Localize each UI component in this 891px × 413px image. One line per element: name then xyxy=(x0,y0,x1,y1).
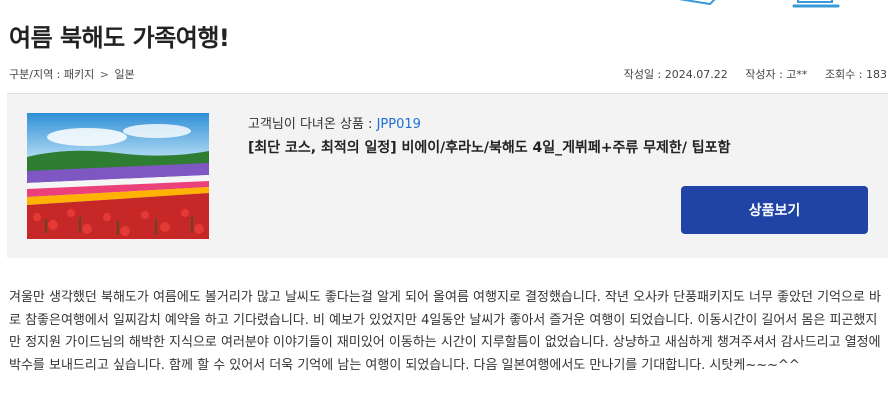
product-image[interactable] xyxy=(27,113,209,239)
post-meta: 구분/지역 : 패키지 > 일본 작성일 : 2024.07.22 작성자 : … xyxy=(9,66,887,82)
visited-product-label: 고객님이 다녀온 상품 : xyxy=(248,117,377,132)
post-author: 작성자 : 고** xyxy=(745,68,808,81)
post-views: 조회수 : 183 xyxy=(824,68,887,81)
flower-field-photo-icon xyxy=(27,113,209,239)
view-product-button[interactable]: 상품보기 xyxy=(681,186,868,234)
breadcrumb-category: 구분/지역 : 패키지 xyxy=(9,68,95,81)
page-title: 여름 북해도 가족여행! xyxy=(9,24,230,52)
breadcrumb-region: 일본 xyxy=(114,68,135,81)
product-code[interactable]: JPP019 xyxy=(377,117,421,132)
product-name-link[interactable]: [최단 코스, 최적의 일정] 비에이/후라노/북해도 4일_게뷔페+주류 무제… xyxy=(248,137,730,157)
breadcrumb: 구분/지역 : 패키지 > 일본 xyxy=(9,66,135,82)
product-card: 고객님이 다녀온 상품 : JPP019 [최단 코스, 최적의 일정] 비에이… xyxy=(7,93,888,258)
review-body: 겨울만 생각했던 북해도가 여름에도 볼거리가 많고 날씨도 좋다는걸 알게 되… xyxy=(9,290,882,373)
travel-illustration-icon xyxy=(678,0,840,8)
visited-product-line: 고객님이 다녀온 상품 : JPP019 xyxy=(248,113,421,132)
chevron-right-icon: > xyxy=(99,68,109,81)
post-info: 작성일 : 2024.07.22 작성자 : 고** 조회수 : 183 xyxy=(610,66,887,82)
post-date: 작성일 : 2024.07.22 xyxy=(623,68,728,81)
review-detail-page: 여름 북해도 가족여행! 구분/지역 : 패키지 > 일본 작성일 : 2024… xyxy=(0,0,891,413)
